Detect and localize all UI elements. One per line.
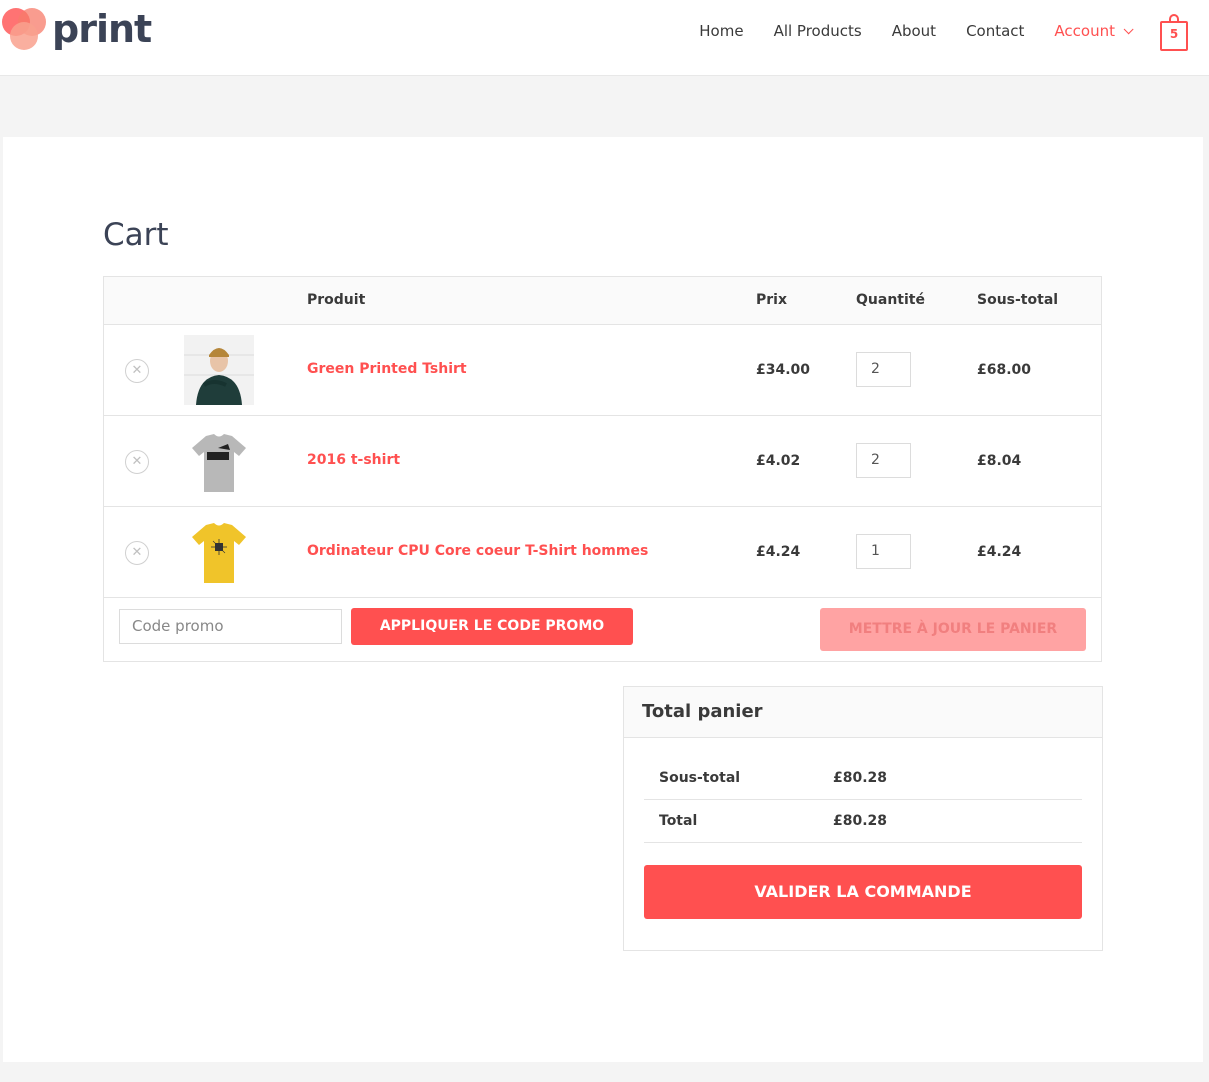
nav-home[interactable]: Home (699, 22, 743, 40)
product-price: £34.00 (756, 362, 811, 378)
totals-total-row: Total £80.28 (644, 800, 1082, 843)
product-thumbnail[interactable] (184, 517, 254, 587)
product-thumbnail[interactable] (184, 426, 254, 496)
main-content: Cart Produit Prix Quantité Sous-total ✕ (3, 137, 1203, 1062)
product-subtotal: £4.24 (977, 544, 1022, 560)
logo-text: print (52, 7, 152, 51)
cart-totals: Total panier Sous-total £80.28 Total £80… (623, 686, 1103, 951)
cart-totals-title: Total panier (624, 687, 1102, 738)
nav-account[interactable]: Account (1054, 22, 1134, 40)
cart-table: Produit Prix Quantité Sous-total ✕ Green… (103, 276, 1102, 662)
update-cart-button[interactable]: METTRE À JOUR LE PANIER (820, 608, 1086, 651)
header-subtotal: Sous-total (977, 292, 1059, 308)
product-name-link[interactable]: Ordinateur CPU Core coeur T-Shirt hommes (307, 543, 648, 559)
site-logo[interactable]: print (2, 6, 152, 56)
product-price: £4.24 (756, 544, 801, 560)
header-price: Prix (756, 292, 787, 308)
nav-about[interactable]: About (892, 22, 936, 40)
chevron-down-icon (1123, 23, 1134, 34)
product-name-link[interactable]: 2016 t-shirt (307, 452, 400, 468)
totals-subtotal-row: Sous-total £80.28 (644, 757, 1082, 800)
quantity-input[interactable]: 2 (856, 443, 911, 478)
cart-row: ✕ Ordinateur CPU Core coeur T-Shirt homm… (104, 507, 1101, 598)
totals-subtotal-value: £80.28 (833, 770, 888, 786)
cart-actions: Code promo APPLIQUER LE CODE PROMO METTR… (104, 598, 1101, 661)
quantity-input[interactable]: 1 (856, 534, 911, 569)
nav-account-label: Account (1054, 22, 1115, 40)
page-title: Cart (103, 217, 169, 253)
apply-coupon-button[interactable]: APPLIQUER LE CODE PROMO (351, 608, 633, 645)
totals-subtotal-label: Sous-total (659, 770, 741, 786)
logo-circles-icon (2, 8, 52, 58)
totals-total-label: Total (659, 813, 698, 829)
nav-contact[interactable]: Contact (966, 22, 1024, 40)
coupon-code-input[interactable]: Code promo (119, 609, 342, 644)
cart-row: ✕ 2016 t-shirt £4.02 2 £8.04 (104, 416, 1101, 507)
cart-count-badge: 5 (1169, 27, 1179, 41)
product-subtotal: £68.00 (977, 362, 1032, 378)
product-name-link[interactable]: Green Printed Tshirt (307, 361, 467, 377)
nav-all-products[interactable]: All Products (774, 22, 862, 40)
product-subtotal: £8.04 (977, 453, 1022, 469)
cart-table-header: Produit Prix Quantité Sous-total (104, 277, 1101, 325)
site-header: print Home All Products About Contact Ac… (0, 0, 1209, 76)
shopping-bag-icon[interactable]: 5 (1160, 14, 1188, 51)
remove-item-icon[interactable]: ✕ (125, 450, 149, 474)
product-thumbnail[interactable] (184, 335, 254, 405)
remove-item-icon[interactable]: ✕ (125, 359, 149, 383)
header-quantity: Quantité (856, 292, 925, 308)
cart-row: ✕ Green Printed Tshirt £34.00 2 £68.00 (104, 325, 1101, 416)
quantity-input[interactable]: 2 (856, 352, 911, 387)
checkout-button[interactable]: VALIDER LA COMMANDE (644, 865, 1082, 919)
totals-total-value: £80.28 (833, 813, 888, 829)
main-nav: Home All Products About Contact Account … (669, 0, 1209, 62)
remove-item-icon[interactable]: ✕ (125, 541, 149, 565)
product-price: £4.02 (756, 453, 801, 469)
header-product: Produit (307, 292, 366, 308)
